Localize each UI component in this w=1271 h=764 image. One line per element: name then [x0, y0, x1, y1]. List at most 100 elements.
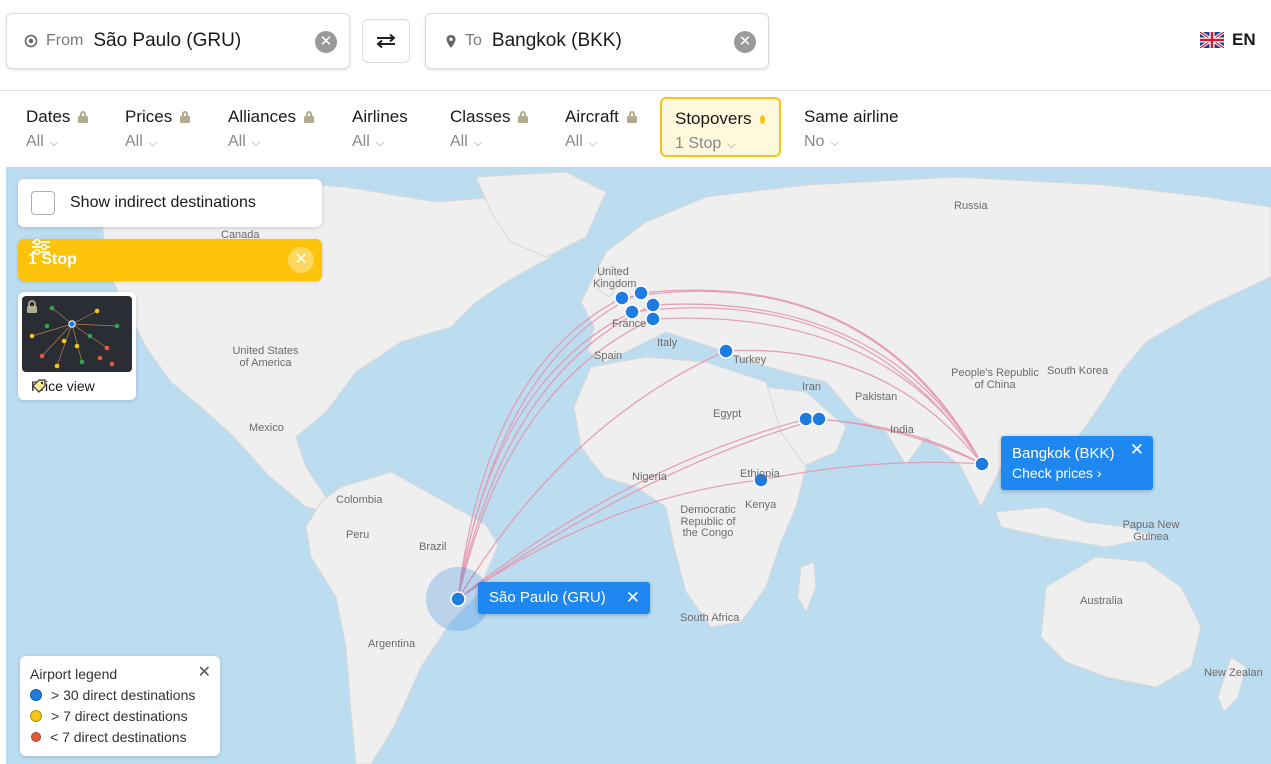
chevron-down-icon: ⌵	[473, 137, 483, 149]
australia-land	[1040, 556, 1202, 688]
chevron-down-icon: ⌵	[148, 137, 158, 149]
legend-item-label: < 7 direct destinations	[50, 729, 187, 745]
airport-marker-dxb[interactable]	[811, 411, 827, 427]
airport-marker-ist[interactable]	[718, 343, 734, 359]
to-field[interactable]: To Bangkok (BKK) ✕	[425, 13, 769, 69]
uk-flag-icon	[1200, 32, 1224, 48]
price-tag-icon	[32, 379, 46, 393]
sliders-icon	[32, 239, 50, 255]
price-view-label-row: Price view	[31, 378, 95, 394]
map-label-spain: Spain	[594, 350, 623, 362]
map-label-nigeria: Nigeria	[632, 471, 667, 483]
lock-icon	[518, 111, 529, 123]
indirect-checkbox[interactable]	[31, 191, 55, 215]
price-heatmap-preview	[29, 305, 120, 369]
swap-button[interactable]	[362, 19, 410, 63]
to-value: Bangkok (BKK)	[491, 30, 622, 51]
filter-airlines[interactable]: Airlines All ⌵	[338, 97, 422, 157]
lock-icon	[626, 111, 637, 123]
origin-tooltip[interactable]: São Paulo (GRU) ✕	[478, 582, 650, 614]
filter-value: No	[804, 133, 825, 150]
swap-arrows-icon	[376, 33, 396, 49]
chevron-down-icon: ⌵	[375, 137, 385, 149]
map-label-south-korea: South Korea	[1047, 365, 1109, 377]
filter-alliances[interactable]: Alliances All ⌵	[214, 97, 328, 157]
lock-icon	[78, 111, 89, 123]
legend-dot-red	[31, 732, 41, 742]
filter-aircraft[interactable]: Aircraft All ⌵	[551, 97, 651, 157]
remove-stopover-filter-icon[interactable]: ✕	[288, 247, 314, 273]
destination-tooltip[interactable]: Bangkok (BKK) ✕ Check prices ›	[1001, 436, 1153, 490]
airport-legend: Airport legend ✕ > 30 direct destination…	[20, 656, 220, 756]
airport-marker-cdg[interactable]	[624, 304, 640, 320]
stopover-chip[interactable]: 1 Stop ✕	[18, 239, 322, 281]
lock-icon	[304, 111, 315, 123]
filter-stopovers[interactable]: Stopovers 1 Stop ⌵	[660, 97, 781, 157]
filter-value: All	[26, 133, 44, 150]
filter-same-airline[interactable]: Same airline No ⌵	[790, 97, 913, 157]
airport-marker-lhr[interactable]	[614, 290, 630, 306]
airport-marker-muc[interactable]	[645, 311, 661, 327]
map-label-argentina: Argentina	[368, 638, 416, 650]
check-prices-link[interactable]: Check prices ›	[1012, 465, 1101, 481]
airport-marker-fra[interactable]	[645, 297, 661, 313]
filter-label: Alliances	[228, 107, 297, 126]
legend-item: < 7 direct destinations	[30, 729, 187, 745]
origin-tooltip-label: São Paulo (GRU)	[489, 589, 606, 606]
filter-value: 1 Stop	[675, 135, 722, 152]
chevron-down-icon: ⌵	[251, 137, 261, 149]
price-view-thumbnail	[22, 296, 132, 372]
map-label-new-zealand: New Zealan	[1204, 667, 1263, 679]
language-code: EN	[1232, 30, 1256, 49]
north-america-land	[100, 181, 567, 516]
map-label-egypt: Egypt	[713, 408, 742, 420]
filter-classes[interactable]: Classes All ⌵	[436, 97, 542, 157]
route-map[interactable]: Russia Canada United Kingdom France Spai…	[6, 167, 1271, 764]
legend-item-label: > 7 direct destinations	[51, 708, 188, 724]
filter-bar: Dates All ⌵ Prices All ⌵ Alliances All ⌵ Ai…	[6, 91, 1271, 167]
airport-marker-gru[interactable]	[450, 591, 466, 607]
filter-dates[interactable]: Dates All ⌵	[12, 97, 102, 157]
close-origin-tooltip-icon[interactable]: ✕	[626, 588, 640, 608]
lock-icon	[180, 111, 191, 123]
filter-prices[interactable]: Prices All ⌵	[111, 97, 204, 157]
from-value: São Paulo (GRU)	[93, 30, 242, 51]
clear-to-icon[interactable]: ✕	[734, 31, 756, 53]
map-label-kenya: Kenya	[745, 499, 777, 511]
map-label-south-africa: South Africa	[680, 612, 740, 624]
map-label-colombia: Colombia	[336, 494, 383, 506]
legend-item: > 7 direct destinations	[30, 708, 188, 724]
map-label-papua-new-guinea: Papua New Guinea	[1122, 519, 1180, 543]
map-label-mexico: Mexico	[249, 422, 284, 434]
filter-value: All	[565, 133, 583, 150]
map-label-russia: Russia	[954, 200, 988, 212]
from-field[interactable]: From São Paulo (GRU) ✕	[6, 13, 350, 69]
legend-dot-blue	[30, 689, 42, 701]
map-label-drc: Democratic Republic of the Congo	[680, 504, 736, 540]
map-label-turkey: Turkey	[733, 354, 767, 366]
map-label-iran: Iran	[802, 381, 821, 393]
language-selector[interactable]: EN	[1200, 30, 1256, 50]
filter-label: Classes	[450, 107, 511, 126]
filter-value: All	[450, 133, 468, 150]
airport-marker-doh[interactable]	[798, 411, 814, 427]
legend-item-label: > 30 direct destinations	[51, 687, 196, 703]
map-label-ethiopia: Ethiopia	[740, 468, 780, 480]
active-dot-icon	[759, 114, 765, 124]
check-prices-label: Check prices	[1012, 465, 1093, 481]
show-indirect-toggle[interactable]: Show indirect destinations	[18, 179, 322, 227]
close-destination-tooltip-icon[interactable]: ✕	[1130, 440, 1144, 460]
location-pin-icon	[446, 34, 456, 48]
filter-value: All	[125, 133, 143, 150]
clear-from-icon[interactable]: ✕	[315, 31, 337, 53]
chevron-down-icon: ⌵	[588, 137, 598, 149]
legend-item: > 30 direct destinations	[30, 687, 195, 703]
close-legend-icon[interactable]: ✕	[198, 662, 211, 682]
to-prefix: To	[465, 32, 482, 49]
airport-marker-ams[interactable]	[633, 285, 649, 301]
map-label-australia: Australia	[1080, 595, 1123, 607]
filter-label: Airlines	[352, 107, 408, 126]
map-label-china: People's Republic of China	[951, 367, 1039, 391]
price-view-button[interactable]: Price view	[18, 292, 136, 400]
airport-marker-bkk[interactable]	[974, 456, 990, 472]
